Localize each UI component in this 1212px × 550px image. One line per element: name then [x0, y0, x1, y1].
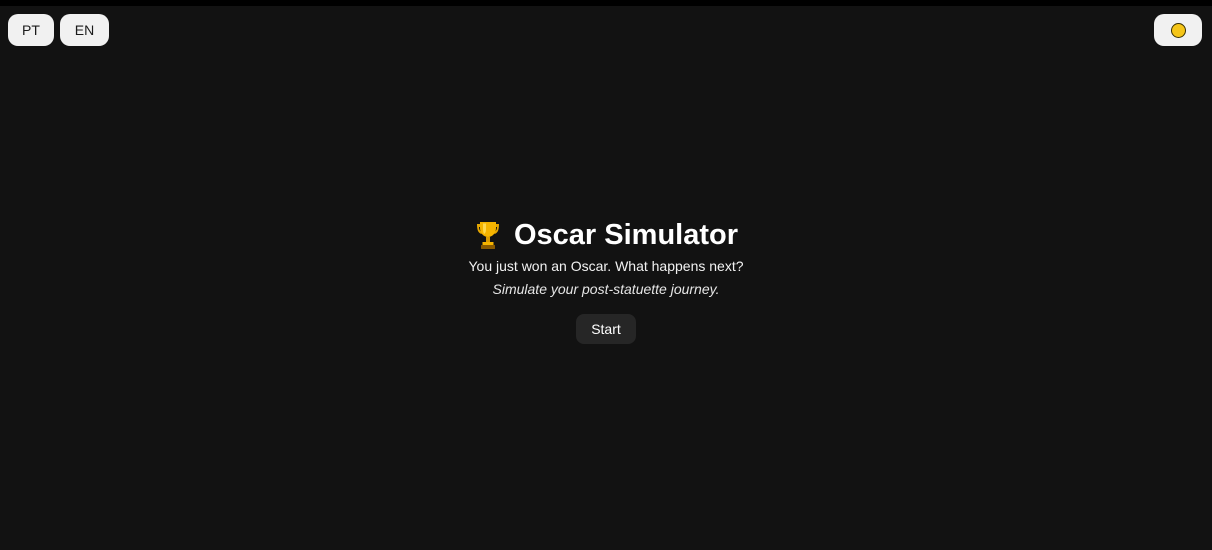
language-en-button[interactable]: EN [60, 14, 109, 46]
title-text: Oscar Simulator [513, 218, 739, 251]
page-title: Oscar Simulator [0, 218, 1212, 252]
language-switcher: PT EN [8, 14, 109, 46]
app-screen: PT EN Oscar Simulator You just won an Os… [0, 6, 1212, 550]
trophy-icon [476, 222, 499, 249]
theme-toggle-button[interactable] [1154, 14, 1202, 46]
sun-icon [1170, 22, 1186, 38]
start-button[interactable]: Start [576, 314, 636, 344]
language-pt-button[interactable]: PT [8, 14, 54, 46]
tagline: Simulate your post-statuette journey. [492, 281, 720, 297]
hero-section: Oscar Simulator You just won an Oscar. W… [0, 218, 1212, 344]
subtitle: You just won an Oscar. What happens next… [468, 258, 744, 274]
